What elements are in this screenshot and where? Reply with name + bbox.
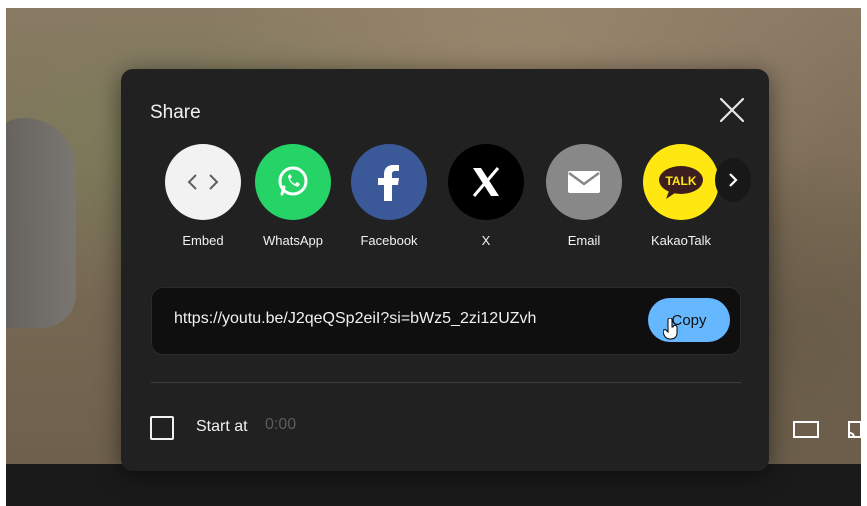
share-target-embed[interactable]: Embed xyxy=(155,144,251,248)
share-target-whatsapp[interactable]: WhatsApp xyxy=(245,144,341,248)
start-at-label: Start at xyxy=(196,418,248,435)
share-label-x: X xyxy=(481,233,491,248)
share-label-embed: Embed xyxy=(182,233,224,248)
copy-button[interactable]: Copy xyxy=(648,298,730,342)
share-label-whatsapp: WhatsApp xyxy=(263,233,323,248)
divider xyxy=(151,382,741,383)
cast-icon[interactable] xyxy=(848,418,861,440)
share-label-facebook: Facebook xyxy=(360,233,418,248)
email-icon xyxy=(546,144,622,220)
close-icon xyxy=(719,97,745,123)
kakaotalk-badge-text: TALK xyxy=(665,174,696,188)
start-at-time-input[interactable]: 0:00 xyxy=(265,416,325,436)
chevron-right-icon xyxy=(729,173,738,187)
hand-cursor-icon xyxy=(663,318,678,340)
start-at-checkbox[interactable] xyxy=(150,416,174,440)
share-link-box: https://youtu.be/J2qeQSp2eiI?si=bWz5_2zi… xyxy=(151,287,741,355)
next-share-targets-button[interactable] xyxy=(715,158,751,202)
share-target-facebook[interactable]: Facebook xyxy=(341,144,437,248)
share-target-email[interactable]: Email xyxy=(536,144,632,248)
share-target-kakaotalk[interactable]: TALK KakaoTalk xyxy=(633,144,729,248)
share-target-x[interactable]: X xyxy=(438,144,534,248)
whatsapp-icon xyxy=(255,144,331,220)
kakaotalk-icon: TALK xyxy=(643,144,719,220)
miniplayer-icon[interactable] xyxy=(792,418,820,440)
share-dialog: Share Embed WhatsApp Facebook X Email TA… xyxy=(121,69,769,471)
close-button[interactable] xyxy=(715,93,749,127)
share-label-kakaotalk: KakaoTalk xyxy=(651,233,711,248)
embed-icon xyxy=(165,144,241,220)
video-blurred-object xyxy=(6,118,76,328)
share-targets-row: Embed WhatsApp Facebook X Email TALK Kak… xyxy=(155,144,755,254)
share-label-email: Email xyxy=(567,233,601,248)
facebook-icon xyxy=(351,144,427,220)
dialog-title: Share xyxy=(150,102,201,123)
x-icon xyxy=(448,144,524,220)
share-url[interactable]: https://youtu.be/J2qeQSp2eiI?si=bWz5_2zi… xyxy=(174,310,584,328)
